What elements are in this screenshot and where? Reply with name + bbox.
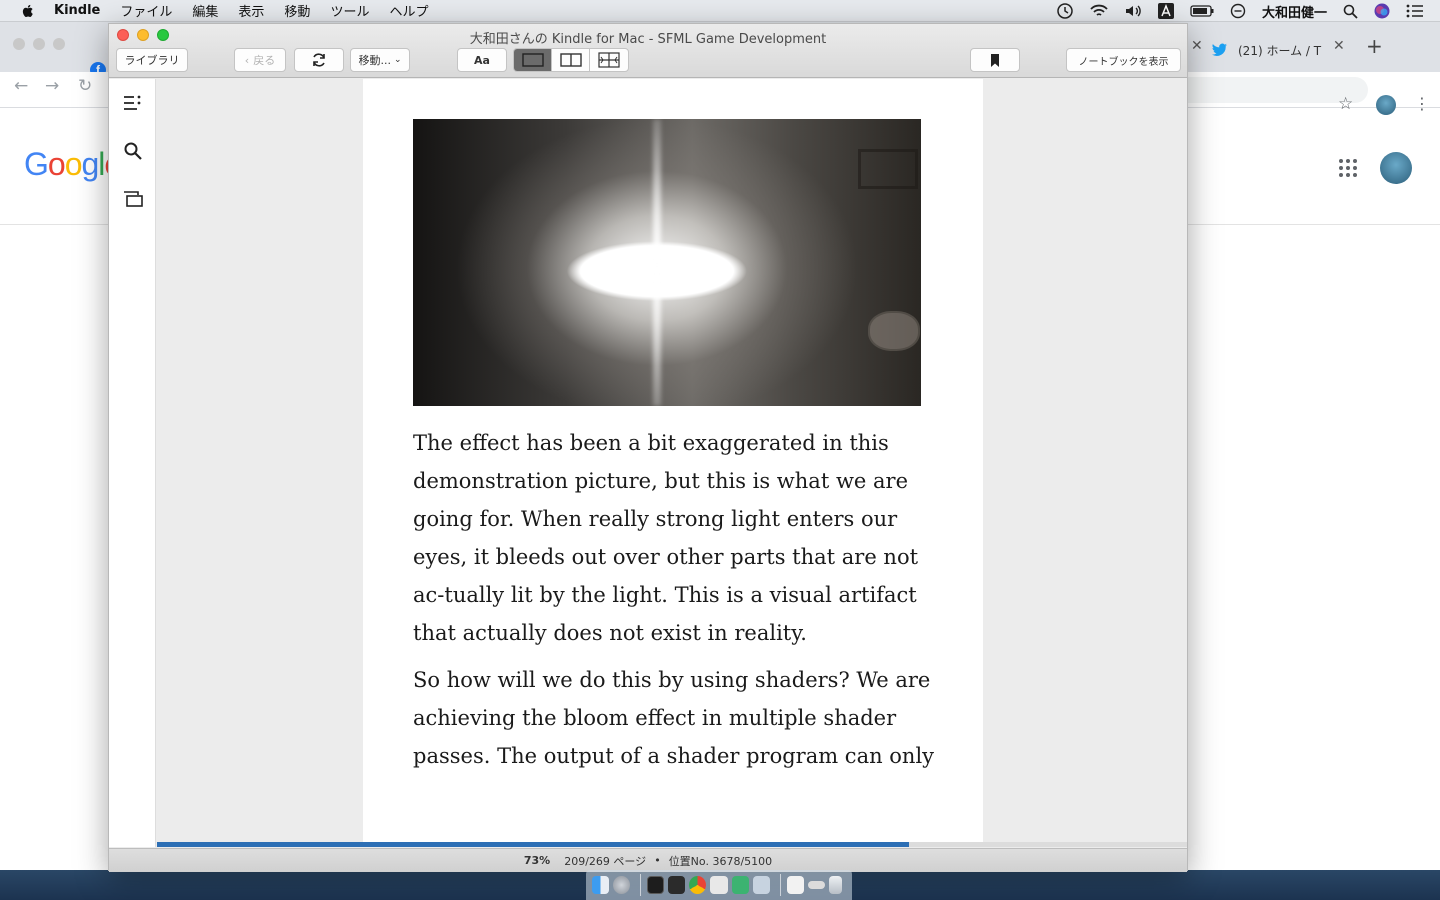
tab-close-icon[interactable]: ✕ bbox=[1191, 38, 1203, 54]
launchpad-icon[interactable] bbox=[613, 876, 631, 894]
table-of-contents-icon[interactable] bbox=[123, 93, 143, 113]
dock-separator bbox=[779, 874, 781, 896]
minimized-window-icon[interactable] bbox=[807, 881, 825, 889]
kindle-sidebar bbox=[109, 79, 156, 847]
menu-app-name[interactable]: Kindle bbox=[54, 3, 100, 18]
siri-icon[interactable] bbox=[1374, 3, 1390, 19]
two-column-icon bbox=[559, 53, 582, 67]
menu-file[interactable]: ファイル bbox=[120, 1, 172, 20]
book-paragraph: The effect has been a bit exaggerated in… bbox=[413, 431, 919, 645]
background-jar bbox=[868, 311, 920, 351]
menu-go[interactable]: 移動 bbox=[284, 1, 310, 20]
bookmark-icon bbox=[991, 53, 999, 67]
time-machine-icon[interactable] bbox=[1056, 2, 1074, 20]
do-not-disturb-icon[interactable] bbox=[1230, 3, 1246, 19]
apple-icon[interactable] bbox=[20, 3, 36, 19]
single-column-icon bbox=[521, 53, 544, 67]
google-logo[interactable]: Google bbox=[24, 146, 122, 183]
reading-status-bar: 73% 209/269 ページ • 位置No. 3678/5100 bbox=[109, 848, 1187, 872]
notification-center-icon[interactable] bbox=[1406, 4, 1424, 18]
flashcards-icon[interactable] bbox=[123, 189, 143, 209]
menu-help[interactable]: ヘルプ bbox=[389, 1, 428, 20]
single-page-view-button[interactable] bbox=[514, 49, 552, 71]
kindle-icon[interactable] bbox=[710, 876, 728, 894]
bloom-demonstration-image bbox=[413, 119, 921, 406]
chrome-zoom-dot[interactable] bbox=[53, 38, 65, 50]
menubar-user-name[interactable]: 大和田健一 bbox=[1262, 2, 1327, 21]
sync-icon bbox=[313, 53, 325, 67]
book-page[interactable]: The effect has been a bit exaggerated in… bbox=[363, 79, 983, 843]
google-logo-letter: o bbox=[64, 146, 83, 182]
spotlight-search-icon[interactable] bbox=[1343, 4, 1358, 19]
menu-tools[interactable]: ツール bbox=[330, 1, 369, 20]
chrome-menu-icon[interactable]: ⋮ bbox=[1414, 94, 1430, 113]
light-ray bbox=[652, 119, 661, 406]
book-paragraph: So how will we do this by using shaders?… bbox=[413, 668, 935, 768]
status-separator: • bbox=[654, 854, 661, 867]
menu-edit[interactable]: 編集 bbox=[192, 1, 218, 20]
google-logo-letter: g bbox=[81, 146, 99, 182]
twitter-bird-icon bbox=[1212, 43, 1227, 56]
reading-area[interactable]: The effect has been a bit exaggerated in… bbox=[157, 79, 1187, 843]
google-logo-letter: G bbox=[24, 146, 49, 182]
back-button[interactable]: ‹ 戻る bbox=[234, 48, 286, 72]
new-tab-plus-icon[interactable]: + bbox=[1366, 34, 1383, 58]
window-title: 大和田さんの Kindle for Mac - SFML Game Develo… bbox=[469, 32, 827, 47]
preview-icon[interactable] bbox=[752, 876, 770, 894]
chrome-minimize-dot[interactable] bbox=[33, 38, 45, 50]
google-account-avatar[interactable] bbox=[1380, 152, 1412, 184]
font-settings-button[interactable]: Aa bbox=[457, 48, 507, 72]
background-shelf bbox=[858, 149, 918, 189]
bookmark-star-icon[interactable]: ☆ bbox=[1338, 94, 1353, 114]
kindle-window: 大和田さんの Kindle for Mac - SFML Game Develo… bbox=[108, 23, 1188, 872]
profile-avatar-small[interactable] bbox=[1376, 95, 1396, 115]
chrome-close-dot[interactable] bbox=[13, 38, 25, 50]
input-method-icon[interactable] bbox=[1157, 3, 1174, 19]
back-arrow-icon[interactable]: ← bbox=[14, 76, 28, 96]
terminal-icon[interactable] bbox=[668, 876, 686, 894]
menubar-status-area: 大和田健一 bbox=[1056, 0, 1440, 22]
menu-view[interactable]: 表示 bbox=[238, 1, 264, 20]
two-page-view-button[interactable] bbox=[552, 49, 590, 71]
forward-arrow-icon[interactable]: → bbox=[45, 76, 59, 96]
reading-progress-fill bbox=[157, 842, 909, 847]
google-logo-letter: o bbox=[47, 146, 66, 182]
search-icon[interactable] bbox=[123, 141, 143, 161]
google-apps-icon[interactable] bbox=[1339, 159, 1357, 177]
library-button[interactable]: ライブラリ bbox=[116, 48, 188, 72]
back-button-label: 戻る bbox=[253, 54, 276, 67]
reading-progress-bar[interactable] bbox=[157, 842, 1187, 847]
macos-dock bbox=[586, 870, 852, 900]
trash-icon[interactable] bbox=[828, 876, 843, 894]
chevron-down-icon: ⌄ bbox=[393, 55, 402, 65]
expand-icon bbox=[598, 52, 620, 68]
goto-dropdown-label: 移動... bbox=[358, 54, 391, 67]
desktop-folder-icon[interactable] bbox=[786, 876, 804, 894]
progress-percent: 73% bbox=[523, 854, 551, 867]
dock-separator bbox=[640, 874, 642, 896]
goto-dropdown[interactable]: 移動... ⌄ bbox=[350, 48, 410, 72]
view-mode-segmented-control bbox=[513, 48, 629, 72]
chrome-icon[interactable] bbox=[689, 876, 707, 894]
evernote-icon[interactable] bbox=[731, 876, 749, 894]
tab-close-icon[interactable]: ✕ bbox=[1333, 38, 1345, 54]
macos-menubar: Kindle ファイル 編集 表示 移動 ツール ヘルプ 大和田健一 bbox=[0, 0, 1440, 22]
location-number: 位置No. 3678/5100 bbox=[668, 854, 773, 868]
finder-icon[interactable] bbox=[592, 876, 610, 894]
sync-button[interactable] bbox=[294, 48, 344, 72]
bookmark-button[interactable] bbox=[970, 48, 1020, 72]
activity-monitor-icon[interactable] bbox=[647, 876, 665, 894]
reload-icon[interactable]: ↻ bbox=[78, 76, 92, 96]
fullscreen-view-button[interactable] bbox=[590, 49, 628, 71]
kindle-titlebar: 大和田さんの Kindle for Mac - SFML Game Develo… bbox=[109, 24, 1187, 78]
chevron-left-icon: ‹ bbox=[244, 53, 250, 67]
volume-icon[interactable] bbox=[1124, 4, 1142, 18]
show-notebook-button[interactable]: ノートブックを表示 bbox=[1066, 48, 1181, 72]
wifi-icon[interactable] bbox=[1090, 4, 1108, 18]
page-count: 209/269 ページ bbox=[564, 854, 647, 868]
tab-twitter-title: (21) ホーム / T bbox=[1238, 43, 1322, 58]
battery-icon[interactable] bbox=[1190, 5, 1214, 17]
